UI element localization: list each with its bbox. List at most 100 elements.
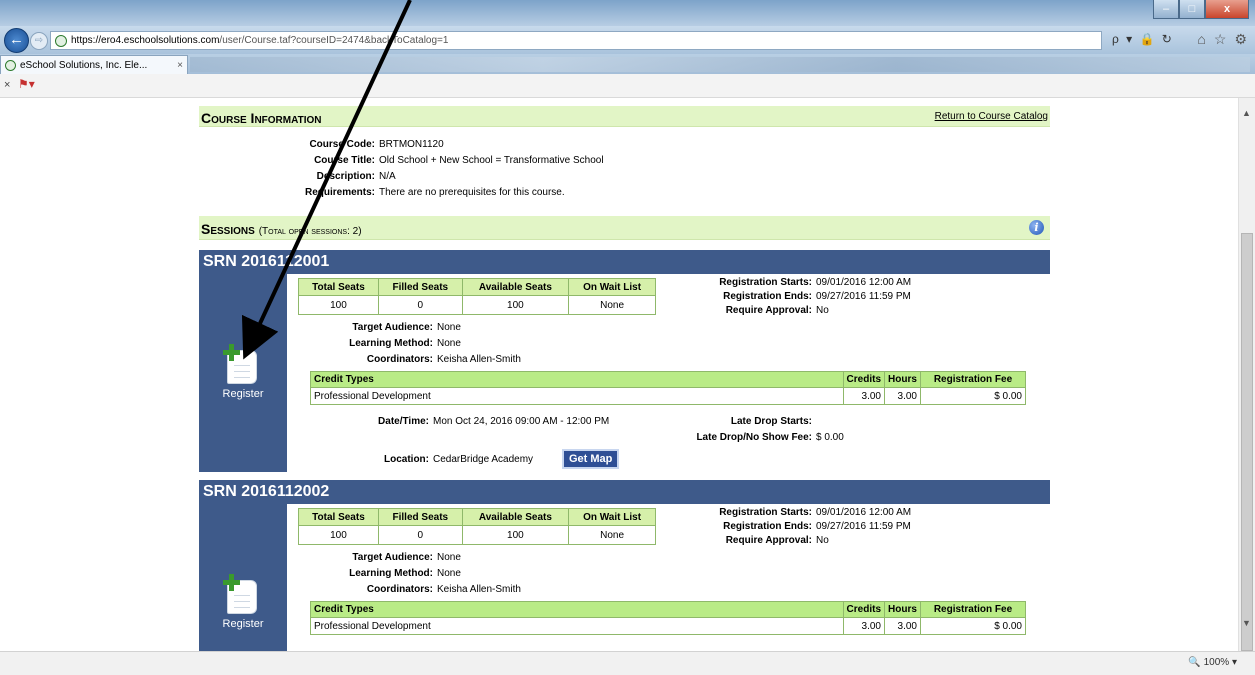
tab-eschool[interactable]: eSchool Solutions, Inc. Ele... × xyxy=(0,55,188,74)
zoom-level[interactable]: 🔍 100% ▾ xyxy=(1188,657,1237,668)
info-icon[interactable]: i xyxy=(1029,220,1044,235)
scroll-down-icon[interactable]: ▼ xyxy=(1242,618,1251,628)
coordinators-row: Coordinators: Keisha Allen-Smith xyxy=(287,584,521,595)
target-audience-row: Target Audience: None xyxy=(287,552,460,563)
close-window-button[interactable]: x xyxy=(1205,0,1249,19)
register-label[interactable]: Register xyxy=(199,388,287,400)
location-value: CedarBridge Academy xyxy=(433,454,534,465)
late-drop-fee-value: $ 0.00 xyxy=(816,432,844,443)
table-row: Professional Development 3.00 3.00 $ 0.0… xyxy=(310,387,1026,405)
browser-toolbar-icons: ⌂ ☆ ⚙ xyxy=(1197,31,1247,48)
hours-value: 3.00 xyxy=(884,387,921,405)
vertical-scrollbar[interactable]: ▲ ▼ xyxy=(1238,98,1255,651)
url-path: /user/Course.taf?courseID=2474&backToCat… xyxy=(219,35,449,46)
col-available-seats: Available Seats xyxy=(461,508,570,526)
table-row: Professional Development 3.00 3.00 $ 0.0… xyxy=(310,617,1026,635)
register-icon[interactable] xyxy=(223,574,259,614)
register-icon[interactable] xyxy=(223,344,259,384)
coordinators-row: Coordinators: Keisha Allen-Smith xyxy=(287,354,521,365)
home-icon[interactable]: ⌂ xyxy=(1197,31,1205,48)
reg-starts-value: 09/01/2016 12:00 AM xyxy=(816,277,912,288)
course-desc: N/A xyxy=(379,171,396,182)
require-approval-row: Require Approval: No xyxy=(667,535,829,546)
fee-value: $ 0.00 xyxy=(920,387,1026,405)
sessions-title-text: Sessions xyxy=(201,221,255,237)
col-credit-types: Credit Types xyxy=(310,601,844,618)
col-hours: Hours xyxy=(884,601,921,618)
url-host: https://ero4.eschoolsolutions.com xyxy=(71,35,220,46)
get-map-button[interactable]: Get Map xyxy=(562,449,620,469)
plus-icon xyxy=(223,344,240,361)
credits-value: 3.00 xyxy=(842,617,886,635)
course-code-row: Course Code: BRTMON1120 xyxy=(278,139,443,150)
total-seats-value: 100 xyxy=(298,295,379,315)
datetime-label: Date/Time: xyxy=(378,416,429,427)
minimize-button[interactable]: – xyxy=(1153,0,1179,19)
back-button[interactable]: ← xyxy=(4,28,29,53)
datetime-row: Date/Time: Mon Oct 24, 2016 09:00 AM - 12… xyxy=(287,416,609,427)
address-bar-row: ← ⇨ https://ero4.eschoolsolutions.com/us… xyxy=(0,26,1255,54)
table-row: 100 0 100 None xyxy=(298,295,656,315)
col-credits: Credits xyxy=(842,371,886,388)
course-info-header: Course Information Return to Course Cata… xyxy=(199,106,1050,127)
location-row: Location: CedarBridge Academy xyxy=(287,454,533,465)
coordinators-value: Keisha Allen-Smith xyxy=(437,354,521,365)
session-card: SRN 2016112001 Register Total Seats Fill… xyxy=(199,250,1050,472)
close-bar-icon[interactable]: × xyxy=(4,79,10,91)
forward-button[interactable]: ⇨ xyxy=(30,32,48,50)
col-available-seats: Available Seats xyxy=(461,278,570,296)
favorites-star-icon[interactable]: ☆ xyxy=(1214,31,1227,48)
scroll-up-icon[interactable]: ▲ xyxy=(1242,108,1251,118)
course-desc-label: Description: xyxy=(316,171,375,182)
address-tools[interactable]: ρ ▾ 🔒 ↻ xyxy=(1112,32,1174,46)
register-label[interactable]: Register xyxy=(199,618,287,630)
require-approval-value: No xyxy=(816,305,829,316)
col-credits: Credits xyxy=(842,601,886,618)
scroll-thumb[interactable] xyxy=(1241,233,1253,651)
address-bar[interactable]: https://ero4.eschoolsolutions.com/user/C… xyxy=(50,31,1102,50)
learning-method-value: None xyxy=(437,338,461,349)
session-details: Total Seats Filled Seats Available Seats… xyxy=(287,504,1050,651)
learning-method-label: Learning Method: xyxy=(349,338,433,349)
table-row: 100 0 100 None xyxy=(298,525,656,545)
register-panel[interactable]: Register xyxy=(199,504,287,651)
col-wait-list: On Wait List xyxy=(568,278,656,296)
reg-starts-label: Registration Starts: xyxy=(719,277,812,288)
seats-table: Total Seats Filled Seats Available Seats… xyxy=(298,508,656,545)
credit-type-value: Professional Development xyxy=(310,387,844,405)
maximize-button[interactable]: □ xyxy=(1179,0,1205,19)
reg-starts-row: Registration Starts: 09/01/2016 12:00 AM xyxy=(667,277,911,288)
pdf-icon[interactable]: ⚑▾ xyxy=(18,77,35,91)
learning-method-label: Learning Method: xyxy=(349,568,433,579)
coordinators-label: Coordinators: xyxy=(366,354,433,365)
status-bar: 🔍 100% ▾ xyxy=(0,651,1255,675)
ie-page-icon xyxy=(55,34,67,47)
reg-ends-label: Registration Ends: xyxy=(723,521,812,532)
total-seats-value: 100 xyxy=(298,525,379,545)
filled-seats-value: 0 xyxy=(377,295,463,315)
target-audience-value: None xyxy=(437,322,461,333)
credit-type-value: Professional Development xyxy=(310,617,844,635)
tab-title: eSchool Solutions, Inc. Ele... xyxy=(20,59,148,71)
coordinators-value: Keisha Allen-Smith xyxy=(437,584,521,595)
require-approval-row: Require Approval: No xyxy=(667,305,829,316)
register-panel[interactable]: Register xyxy=(199,274,287,472)
require-approval-value: No xyxy=(816,535,829,546)
gear-icon[interactable]: ⚙ xyxy=(1234,31,1247,48)
learning-method-row: Learning Method: None xyxy=(287,568,461,579)
window-controls: – □ x xyxy=(1153,0,1249,19)
col-hours: Hours xyxy=(884,371,921,388)
session-srn-bar: SRN 2016112002 xyxy=(199,480,1050,504)
target-audience-label: Target Audience: xyxy=(352,552,433,563)
col-total-seats: Total Seats xyxy=(298,508,379,526)
require-approval-label: Require Approval: xyxy=(725,535,812,546)
course-title-row: Course Title: Old School + New School = T… xyxy=(278,155,604,166)
late-drop-fee-row: Late Drop/No Show Fee: $ 0.00 xyxy=(667,432,844,443)
tab-close-icon[interactable]: × xyxy=(177,60,183,71)
course-desc-row: Description: N/A xyxy=(278,171,396,182)
reg-starts-label: Registration Starts: xyxy=(719,507,812,518)
command-bar: × ⚑▾ xyxy=(0,74,1255,98)
course-title-label: Course Title: xyxy=(314,155,375,166)
return-to-catalog-link[interactable]: Return to Course Catalog xyxy=(935,111,1048,122)
course-req: There are no prerequisites for this cour… xyxy=(379,187,565,198)
